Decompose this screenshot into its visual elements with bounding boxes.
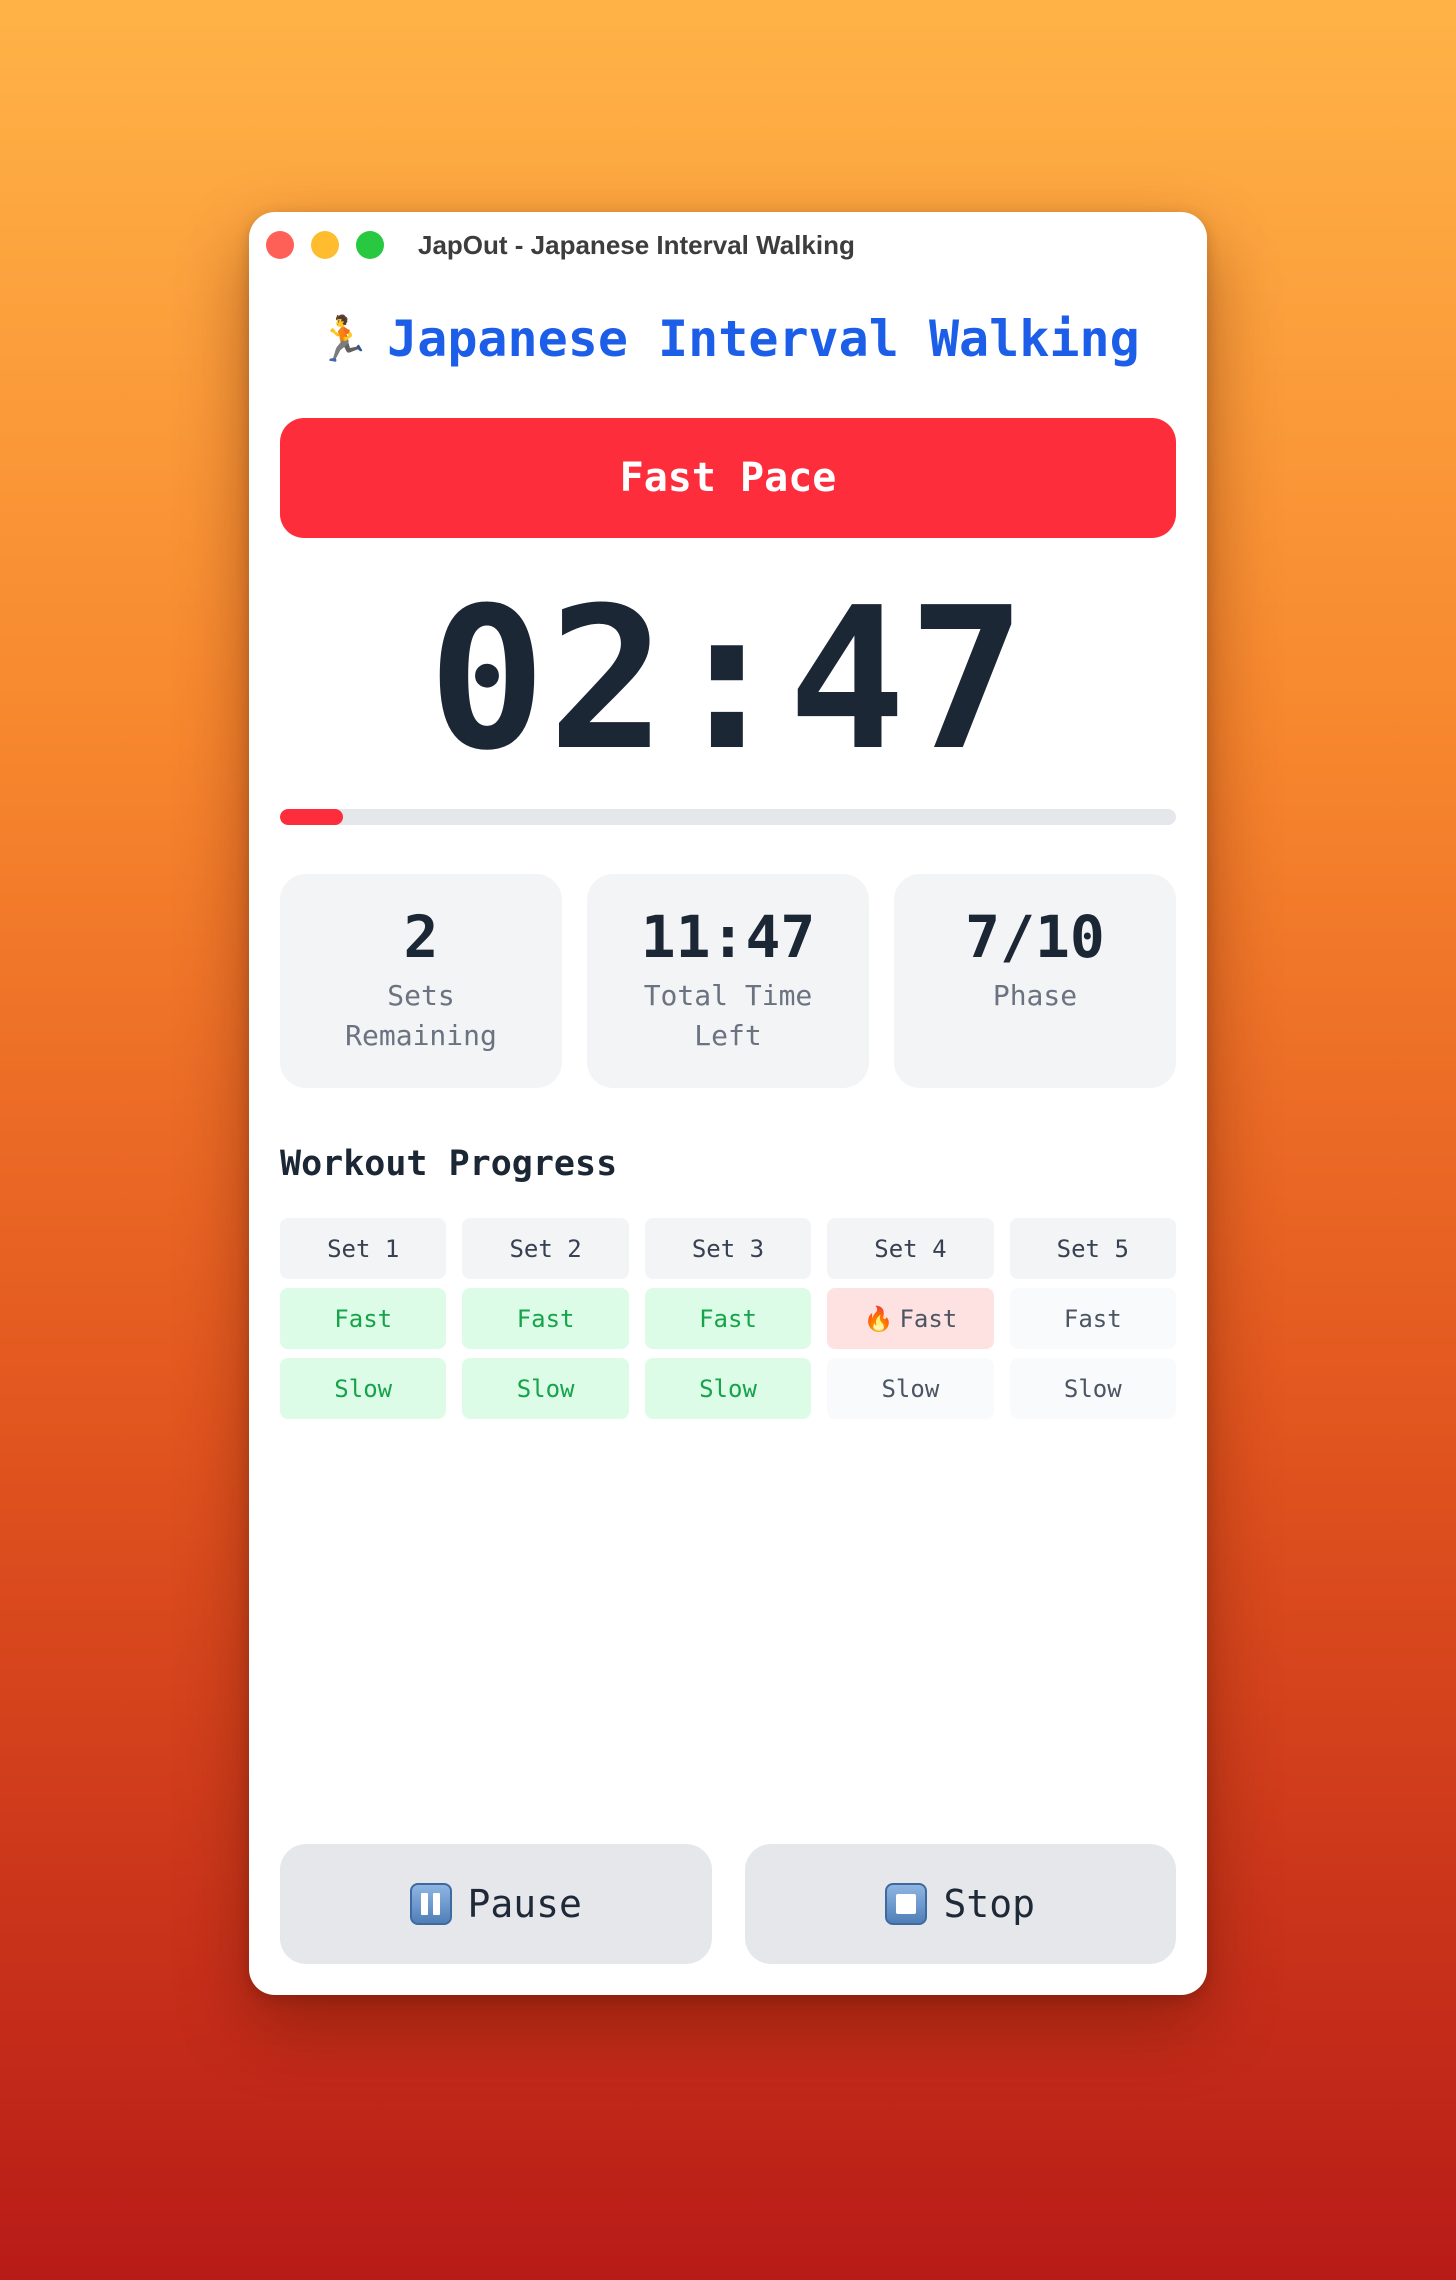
stat-label: Total Time Left [643,978,813,1052]
fast-phase-cell: Fast [1009,1288,1176,1349]
fast-phase-cell-active: 🔥 Fast [827,1288,994,1349]
window-title: JapOut - Japanese Interval Walking [418,229,855,260]
phase-progress-fill [280,809,343,825]
workout-progress-grid: Set 1 Set 2 Set 3 Set 4 Set 5 Fast Fast … [280,1218,1176,1419]
slow-phase-cell: Slow [827,1358,994,1419]
fast-phase-cell: Fast [462,1288,629,1349]
set-header: Set 5 [1009,1218,1176,1279]
close-window-button[interactable] [266,231,294,259]
title-bar: JapOut - Japanese Interval Walking [249,212,1207,278]
window-controls [266,231,384,259]
minimize-window-button[interactable] [311,231,339,259]
pause-button-label: Pause [467,1882,582,1926]
countdown-timer: 02:47 [427,566,1028,794]
set-header: Set 1 [280,1218,447,1279]
stop-icon [885,1883,928,1925]
set-header: Set 2 [462,1218,629,1279]
phase-banner: Fast Pace [280,418,1176,538]
stat-card-phase: 7/10 Phase [894,874,1176,1088]
slow-phase-cell: Slow [1009,1358,1176,1419]
stats-row: 2 Sets Remaining 11:47 Total Time Left 7… [280,874,1176,1088]
pause-button[interactable]: Pause [280,1844,712,1964]
set-header: Set 3 [644,1218,812,1279]
slow-phase-cell: Slow [280,1358,447,1419]
flame-icon: 🔥 [863,1304,894,1333]
fast-phase-label: Fast [899,1304,958,1333]
fast-phase-cell: Fast [644,1288,812,1349]
stat-card-total-time-left: 11:47 Total Time Left [587,874,869,1088]
control-buttons: Pause Stop [280,1844,1176,1964]
stop-button-label: Stop [943,1882,1035,1926]
set-header: Set 4 [827,1218,994,1279]
phase-progress-bar [280,809,1176,825]
stat-label: Sets Remaining [345,978,497,1052]
fast-phase-cell: Fast [280,1288,447,1349]
app-heading: 🏃 Japanese Interval Walking [249,310,1207,368]
stat-label: Phase [992,978,1078,1012]
slow-phase-cell: Slow [462,1358,629,1419]
pause-icon [409,1883,452,1925]
stat-value: 2 [403,903,439,971]
workout-progress-title: Workout Progress [280,1144,618,1184]
app-title: Japanese Interval Walking [387,310,1140,368]
slow-phase-cell: Slow [644,1358,812,1419]
stat-value: 7/10 [965,903,1105,971]
stat-value: 11:47 [640,903,816,971]
stop-button[interactable]: Stop [744,1844,1176,1964]
zoom-window-button[interactable] [356,231,384,259]
runner-icon: 🏃 [316,314,372,365]
stat-card-sets-remaining: 2 Sets Remaining [280,874,562,1088]
app-window: JapOut - Japanese Interval Walking 🏃 Jap… [249,212,1207,1995]
